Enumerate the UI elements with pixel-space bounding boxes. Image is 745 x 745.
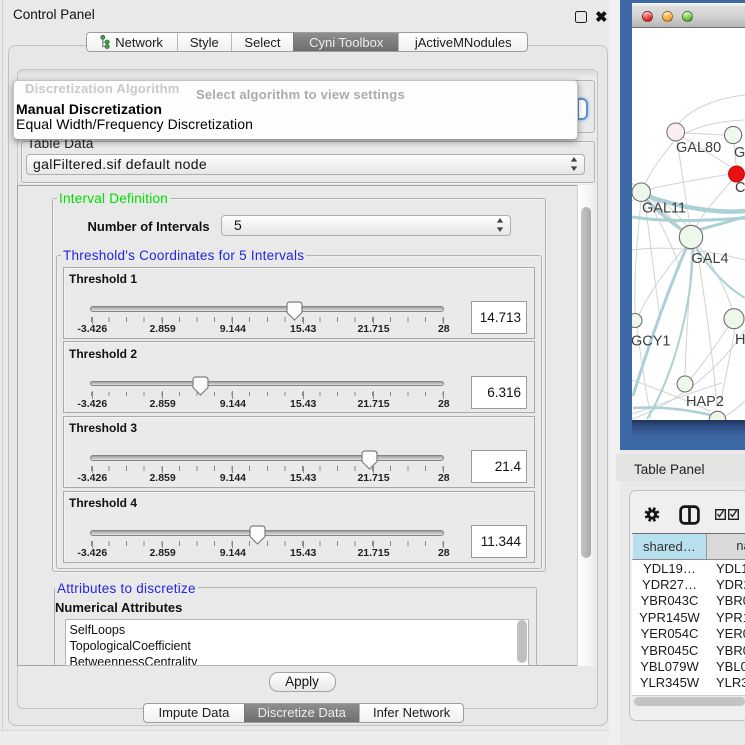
svg-text:GAL80: GAL80 — [676, 140, 721, 156]
svg-text:C: C — [735, 180, 745, 196]
svg-text:GCY1: GCY1 — [632, 334, 671, 350]
svg-text:GA: GA — [734, 145, 745, 161]
svg-text:H: H — [735, 332, 745, 348]
svg-text:GAL4: GAL4 — [692, 251, 729, 267]
svg-text:GAL11: GAL11 — [642, 201, 686, 217]
svg-text:HAP2: HAP2 — [686, 394, 724, 410]
